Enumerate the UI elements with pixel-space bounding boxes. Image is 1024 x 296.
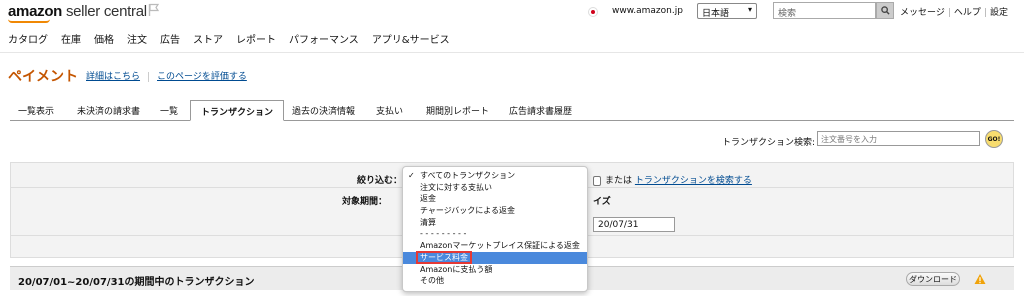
help-link[interactable]: ヘルプ <box>954 8 981 18</box>
tab-open-invoices[interactable]: 未決済の請求書 <box>77 104 140 117</box>
select-edge[interactable] <box>593 175 601 186</box>
tab-past-settlements[interactable]: 過去の決済情報 <box>292 104 355 117</box>
language-select[interactable]: 日本語 ▾ <box>697 3 757 19</box>
option-label: 返金 <box>420 194 436 204</box>
transaction-search-label: トランザクション検索: <box>722 138 816 148</box>
period-label: 対象期間： <box>342 197 388 207</box>
nav-item-performance[interactable]: パフォーマンス <box>289 31 359 46</box>
separator: | <box>947 8 951 18</box>
title-links: 詳細はこちら このページを評価する <box>86 69 247 82</box>
main-nav: カタログ 在庫 価格 注文 広告 ストア レポート パフォーマンス アプリ&サー… <box>8 31 450 46</box>
tab-disbursements[interactable]: 支払い <box>376 104 403 117</box>
rate-page-link[interactable]: このページを評価する <box>157 72 247 82</box>
option-label: その他 <box>420 276 444 286</box>
end-date-input[interactable]: 20/07/31 <box>593 217 675 232</box>
or-text: または <box>605 176 633 186</box>
tab-summary[interactable]: 一覧表示 <box>18 104 54 117</box>
nav-item-orders[interactable]: 注文 <box>127 31 147 46</box>
language-value: 日本語 <box>702 9 730 19</box>
option-label: 注文に対する支払い <box>420 182 492 192</box>
filter-or-search: または トランザクションを検索する <box>593 173 752 186</box>
nav-item-stores[interactable]: ストア <box>193 31 223 46</box>
separator: | <box>983 8 987 18</box>
separator <box>148 71 150 82</box>
narrow-label: 絞り込む： <box>357 176 403 186</box>
tab-list[interactable]: 一覧 <box>160 104 178 117</box>
dropdown-option-other[interactable]: その他 <box>403 275 587 287</box>
go-button[interactable]: GO! <box>985 130 1003 148</box>
nav-item-pricing[interactable]: 価格 <box>94 31 114 46</box>
transaction-search-input[interactable]: 注文番号を入力 <box>817 131 980 146</box>
nav-item-apps-services[interactable]: アプリ&サービス <box>372 31 450 46</box>
messages-link[interactable]: メッセージ <box>900 8 945 18</box>
checkmark-icon: ✓ <box>408 171 415 180</box>
marketplace-domain[interactable]: www.amazon.jp <box>612 6 683 16</box>
dropdown-option-amount-to-amazon[interactable]: Amazonに支払う額 <box>403 264 587 276</box>
dropdown-option-chargeback-refunds[interactable]: チャージバックによる返金 <box>403 205 587 217</box>
search-transactions-link[interactable]: トランザクションを検索する <box>635 176 752 186</box>
option-label: 清算 <box>420 217 436 227</box>
nav-item-catalog[interactable]: カタログ <box>8 31 48 46</box>
nav-item-inventory[interactable]: 在庫 <box>61 31 81 46</box>
flag-icon[interactable] <box>148 3 160 17</box>
warning-icon[interactable] <box>974 273 986 285</box>
dropdown-option-settlement[interactable]: 清算 <box>403 217 587 229</box>
header-links: メッセージ | ヘルプ | 設定 <box>900 5 1008 18</box>
search-icon <box>880 6 890 15</box>
tab-ad-invoice-history[interactable]: 広告請求書履歴 <box>509 104 572 117</box>
option-label: チャージバックによる返金 <box>420 206 516 216</box>
option-label: - - - - - - - - - <box>420 229 467 239</box>
nav-item-advertising[interactable]: 広告 <box>160 31 180 46</box>
logo-suffix: seller central <box>65 3 147 20</box>
tab-transactions[interactable]: トランザクション <box>190 100 285 121</box>
period-size-text: イズ <box>593 197 611 207</box>
option-label: すべてのトランザクション <box>420 171 516 180</box>
japan-flag-icon <box>588 7 598 17</box>
payments-tabs: 一覧表示 未決済の請求書 一覧 トランザクション 過去の決済情報 支払い 期間別… <box>10 100 1014 121</box>
transaction-type-dropdown[interactable]: ✓ すべてのトランザクション 注文に対する支払い 返金 チャージバックによる返金 … <box>402 166 588 292</box>
option-label: Amazonマーケットプレイス保証による返金 <box>420 241 580 251</box>
nav-item-reports[interactable]: レポート <box>236 31 276 46</box>
nav-divider <box>0 52 1024 53</box>
search-button[interactable] <box>876 2 894 19</box>
dropdown-option-order-payments[interactable]: 注文に対する支払い <box>403 182 587 194</box>
result-title: 20/07/01~20/07/31の期間中のトランザクション <box>18 277 255 288</box>
top-bar: amazon seller central www.amazon.jp 日本語 … <box>0 0 1024 24</box>
logo-smile-icon <box>8 19 50 23</box>
download-button[interactable]: ダウンロード <box>906 272 960 286</box>
dropdown-option-all[interactable]: ✓ すべてのトランザクション <box>403 170 587 182</box>
logo-brand: amazon <box>8 3 63 20</box>
amazon-seller-central-logo[interactable]: amazon seller central <box>8 3 147 20</box>
dropdown-option-refunds[interactable]: 返金 <box>403 193 587 205</box>
page-title: ペイメント <box>8 69 78 85</box>
dropdown-option-service-fees[interactable]: サービス料金 <box>403 250 587 264</box>
search-input[interactable]: 検索 <box>773 2 876 19</box>
settings-link[interactable]: 設定 <box>990 8 1008 18</box>
tab-date-range-reports[interactable]: 期間別レポート <box>426 104 489 117</box>
details-link[interactable]: 詳細はこちら <box>86 72 140 82</box>
dropdown-separator: - - - - - - - - - <box>403 228 587 240</box>
option-label: サービス料金 <box>416 250 472 264</box>
option-label: Amazonに支払う額 <box>420 264 493 274</box>
chevron-down-icon: ▾ <box>747 5 752 14</box>
